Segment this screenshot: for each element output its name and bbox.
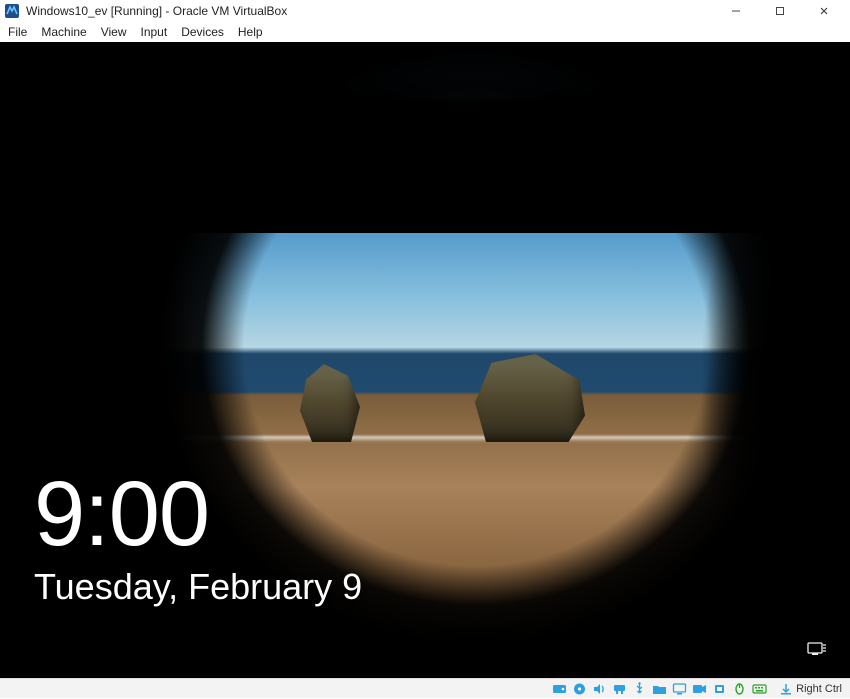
window-title: Windows10_ev [Running] - Oracle VM Virtu… (26, 4, 287, 18)
minimize-button[interactable] (714, 0, 758, 22)
close-button[interactable] (802, 0, 846, 22)
hard-disk-icon[interactable] (551, 681, 568, 697)
recording-icon[interactable] (691, 681, 708, 697)
maximize-button[interactable] (758, 0, 802, 22)
audio-icon[interactable] (591, 681, 608, 697)
menu-input[interactable]: Input (141, 25, 168, 39)
hostkey-label: Right Ctrl (796, 683, 842, 695)
window-titlebar: Windows10_ev [Running] - Oracle VM Virtu… (0, 0, 850, 22)
menu-file[interactable]: File (8, 25, 27, 39)
hostkey-indicator-icon (779, 682, 793, 696)
keyboard-icon[interactable] (751, 681, 768, 697)
vm-display[interactable]: 9:00 Tuesday, February 9 (0, 42, 850, 678)
menu-devices[interactable]: Devices (181, 25, 224, 39)
usb-icon[interactable] (631, 681, 648, 697)
vm-statusbar: Right Ctrl (0, 678, 850, 698)
shared-folder-icon[interactable] (651, 681, 668, 697)
guest-network-icon[interactable] (806, 640, 828, 658)
mouse-integration-icon[interactable] (731, 681, 748, 697)
lockscreen-time: 9:00 (34, 468, 850, 560)
menu-help[interactable]: Help (238, 25, 263, 39)
cpu-icon[interactable] (711, 681, 728, 697)
lockscreen-date: Tuesday, February 9 (34, 566, 850, 608)
menubar: File Machine View Input Devices Help (0, 22, 850, 42)
hostkey-indicator[interactable]: Right Ctrl (775, 682, 846, 696)
display-icon[interactable] (671, 681, 688, 697)
menu-machine[interactable]: Machine (41, 25, 86, 39)
menu-view[interactable]: View (101, 25, 127, 39)
virtualbox-icon (4, 3, 20, 19)
network-adapter-icon[interactable] (611, 681, 628, 697)
optical-disc-icon[interactable] (571, 681, 588, 697)
lockscreen-overlay[interactable]: 9:00 Tuesday, February 9 (0, 42, 850, 678)
